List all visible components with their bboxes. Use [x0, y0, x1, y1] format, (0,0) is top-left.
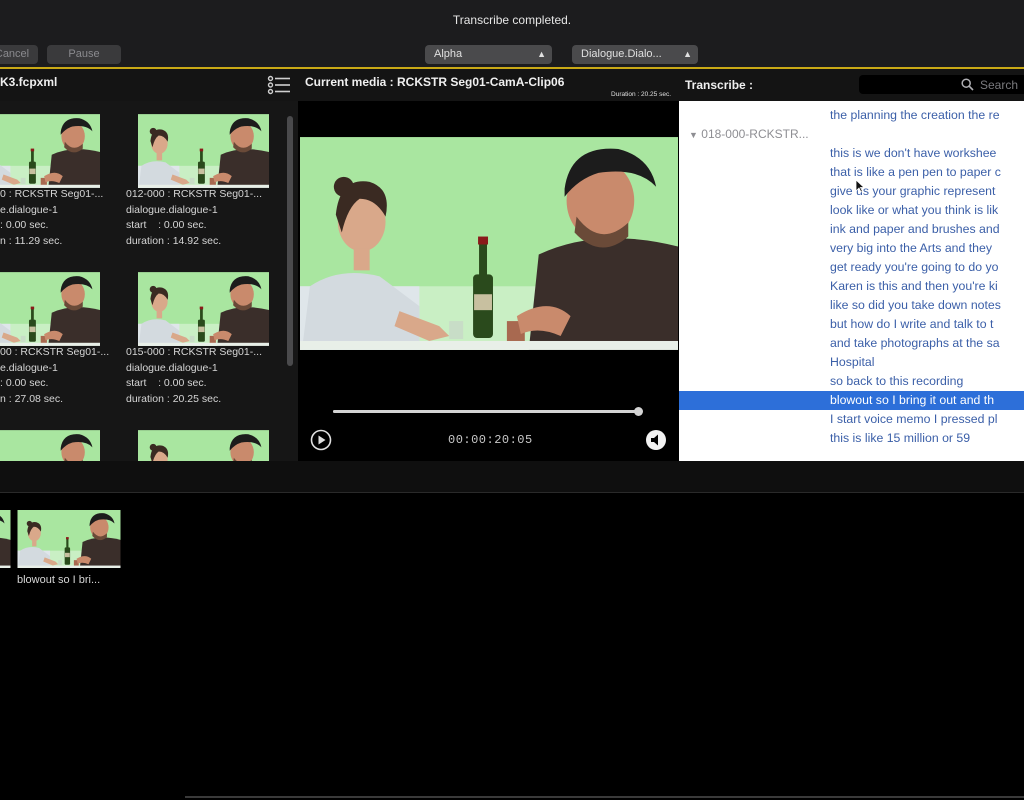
media-list-header: K3.fcpxml [0, 69, 298, 101]
alpha-select-value: Alpha [434, 48, 463, 60]
playback-scrubber[interactable] [333, 407, 643, 416]
list-view-icon[interactable] [267, 75, 291, 95]
timeline-clip-thumbnail[interactable] [0, 510, 12, 568]
clip-info: 0 : RCKSTR Seg01-... e.dialogue-1: 0.00 s… [0, 188, 104, 247]
play-icon[interactable] [310, 429, 332, 451]
panel-divider [0, 461, 1024, 493]
transcript-line[interactable]: get ready you're going to do yo [679, 258, 1024, 277]
transcribe-title: Transcribe : [685, 78, 754, 92]
transcript-line[interactable]: this is like 15 million or 59 [679, 429, 1024, 448]
clip-info: 012-000 : RCKSTR Seg01-... dialogue.dialo… [126, 188, 262, 247]
clip-thumbnail[interactable] [0, 113, 100, 189]
search-placeholder: Search [980, 78, 1019, 92]
current-media-title: Current media : RCKSTR Seg01-CamA-Clip06 [305, 75, 565, 89]
transcript-line[interactable]: the planning the creation the re [679, 106, 1024, 125]
horizontal-scrollbar[interactable] [185, 796, 1024, 798]
transcribe-header: Transcribe : Search [679, 69, 1024, 101]
video-frame[interactable] [300, 137, 678, 350]
media-duration: Duration : 20.25 sec. [611, 91, 671, 98]
transcript-line[interactable]: like so did you take down notes [679, 296, 1024, 315]
disclosure-triangle-icon[interactable]: ▼ [689, 130, 698, 140]
timeline-clip-caption: blowout so I bri... [17, 574, 101, 586]
transcript-line[interactable]: look like or what you think is lik [679, 201, 1024, 220]
transcript-line[interactable]: so back to this recording [679, 372, 1024, 391]
clip-info: 00 : RCKSTR Seg01-... e.dialogue-1: 0.00 … [0, 346, 110, 405]
clip-thumbnail[interactable] [0, 271, 100, 347]
playback-progress [333, 410, 638, 413]
transcript-line[interactable]: Karen is this and then you're ki [679, 277, 1024, 296]
timeline-clip-thumbnail[interactable] [16, 510, 122, 568]
transcript-clip-node[interactable]: ▼ 018-000-RCKSTR... [689, 127, 809, 141]
clip-thumbnail[interactable] [0, 429, 100, 461]
timecode: 00:00:20:05 [448, 433, 533, 447]
updown-arrows-icon: ▲ [537, 49, 546, 59]
transcript-line[interactable]: very big into the Arts and they [679, 239, 1024, 258]
clip-thumbnail[interactable] [138, 113, 269, 189]
transcript-line-selected[interactable]: blowout so I bring it out and th [679, 391, 1024, 410]
transcript-line[interactable]: give us your graphic represent [679, 182, 1024, 201]
transcript-line[interactable]: Hospital [679, 353, 1024, 372]
timeline-area[interactable]: blowout so I bri... [0, 494, 1024, 800]
updown-arrows-icon: ▲ [683, 49, 692, 59]
alpha-select[interactable]: Alpha ▲ [425, 45, 552, 64]
mouse-cursor-icon [855, 179, 865, 193]
media-list-scrollbar[interactable] [287, 116, 293, 366]
transcript-line[interactable]: ink and paper and brushes and [679, 220, 1024, 239]
clip-thumbnail[interactable] [138, 429, 269, 461]
video-player: 00:00:20:05 [298, 101, 679, 461]
search-icon [961, 78, 974, 91]
transcript-line[interactable]: and take photographs at the sa [679, 334, 1024, 353]
transcript-line[interactable]: that is like a pen pen to paper c [679, 163, 1024, 182]
transcript-line[interactable]: I start voice memo I pressed pl [679, 410, 1024, 429]
search-input[interactable]: Search [859, 75, 1024, 94]
clip-thumbnail[interactable] [138, 271, 269, 347]
transcript-line[interactable]: this is we don't have workshee [679, 144, 1024, 163]
clip-info: 015-000 : RCKSTR Seg01-... dialogue.dialo… [126, 346, 262, 405]
project-file-title: K3.fcpxml [0, 75, 58, 89]
pause-button[interactable]: Pause [47, 45, 121, 64]
clip-node-label: 018-000-RCKSTR... [701, 127, 809, 141]
dialogue-select[interactable]: Dialogue.Dialo... ▲ [572, 45, 698, 64]
media-header: Current media : RCKSTR Seg01-CamA-Clip06… [298, 69, 679, 101]
transcript-list[interactable]: ▼ 018-000-RCKSTR... the planning the cre… [679, 101, 1024, 461]
transcript-line[interactable]: but how do I write and talk to t [679, 315, 1024, 334]
dialogue-select-value: Dialogue.Dialo... [581, 48, 662, 60]
status-message: Transcribe completed. [452, 13, 572, 27]
scrubber-handle[interactable] [634, 407, 643, 416]
cancel-button[interactable]: Cancel [0, 45, 38, 64]
volume-icon[interactable] [645, 429, 667, 451]
top-toolbar: Transcribe completed. Cancel Pause Alpha… [0, 0, 1024, 68]
media-list[interactable]: 0 : RCKSTR Seg01-... e.dialogue-1: 0.00 s… [0, 101, 298, 461]
